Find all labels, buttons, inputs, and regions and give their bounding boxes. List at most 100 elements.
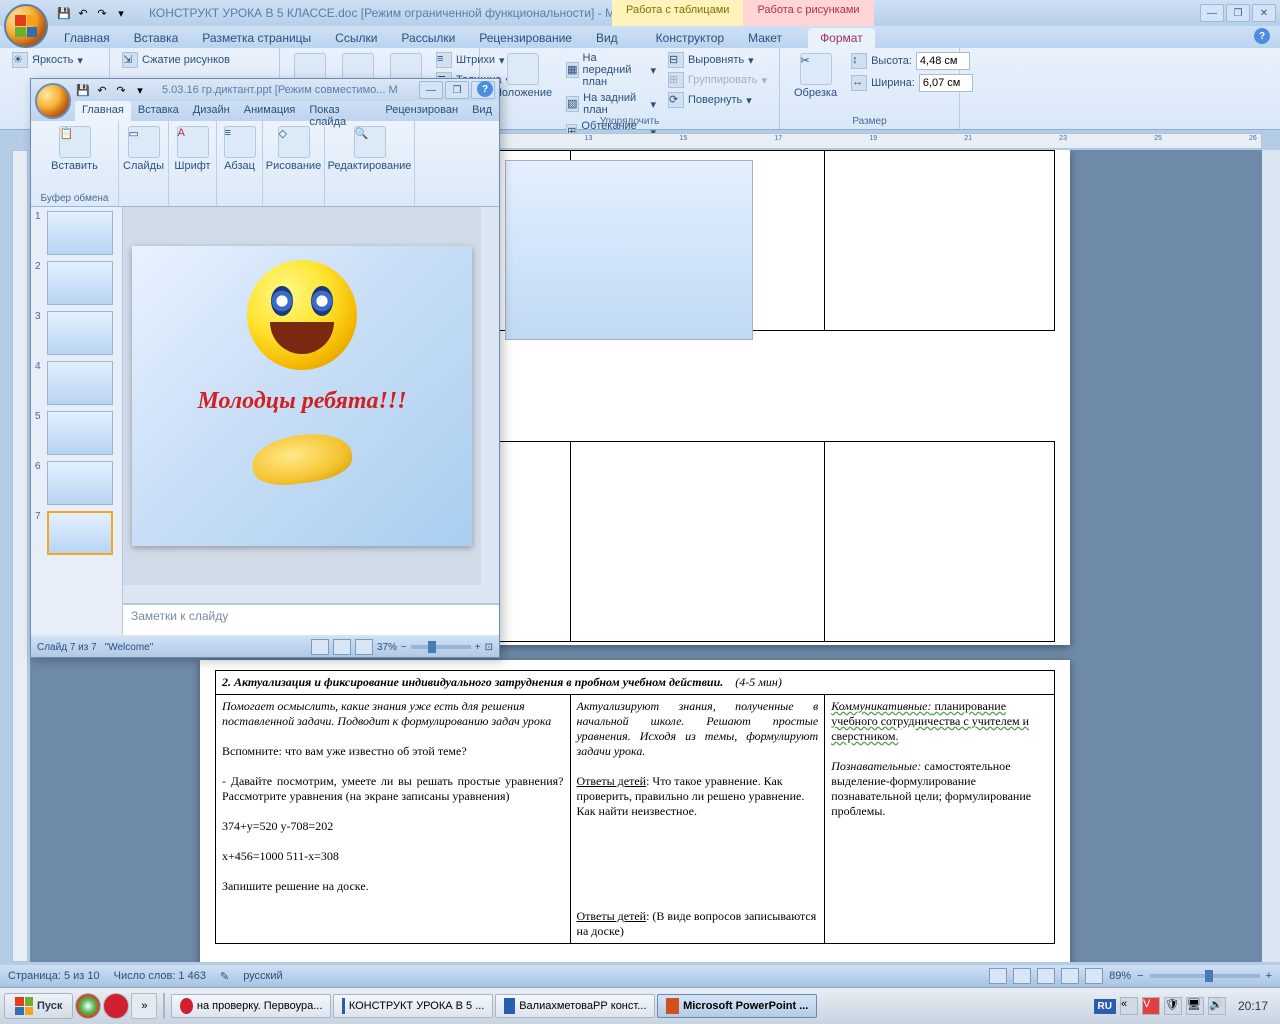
- start-button[interactable]: Пуск: [4, 993, 73, 1019]
- thumbnail-6[interactable]: 6: [35, 461, 118, 505]
- thumbnail-4[interactable]: 4: [35, 361, 118, 405]
- quicklaunch-opera[interactable]: [103, 993, 129, 1019]
- rotate-button[interactable]: ⟳Повернуть ▾: [664, 91, 771, 109]
- ppt-status-slide[interactable]: Слайд 7 из 7: [37, 642, 97, 653]
- ppt-tab-review[interactable]: Рецензирован: [378, 101, 465, 121]
- thumbnail-2[interactable]: 2: [35, 261, 118, 305]
- tray-icon-shield[interactable]: 🛡: [1164, 997, 1182, 1015]
- context-tab-tables[interactable]: Работа с таблицами: [612, 0, 743, 26]
- view-draft-button[interactable]: [1085, 968, 1103, 984]
- view-reading-button[interactable]: [1013, 968, 1031, 984]
- ppt-tab-design[interactable]: Дизайн: [186, 101, 237, 121]
- ppt-view-normal-button[interactable]: [311, 639, 329, 655]
- maximize-button[interactable]: ❐: [1226, 4, 1250, 22]
- status-words[interactable]: Число слов: 1 463: [114, 970, 206, 982]
- vertical-ruler[interactable]: [12, 150, 28, 962]
- ppt-qat-dropdown-icon[interactable]: ▾: [132, 82, 148, 98]
- ppt-view-slideshow-button[interactable]: [355, 639, 373, 655]
- office-button[interactable]: [4, 4, 48, 48]
- taskbar-item-4[interactable]: Microsoft PowerPoint ...: [657, 994, 817, 1018]
- redo-icon[interactable]: ↷: [94, 5, 110, 21]
- tray-icon-av[interactable]: V: [1142, 997, 1160, 1015]
- thumbnail-1[interactable]: 1: [35, 211, 118, 255]
- slide-thumbnails[interactable]: 1 2 3 4 5 6 7: [31, 207, 123, 635]
- ppt-fit-button[interactable]: ⊡: [485, 642, 493, 653]
- taskbar-item-3[interactable]: ВалиахметоваРР конст...: [495, 994, 655, 1018]
- qat-dropdown-icon[interactable]: ▾: [113, 5, 129, 21]
- ppt-edit-button[interactable]: 🔍Редактирование: [331, 124, 408, 174]
- compress-button[interactable]: ⇲Сжатие рисунков: [118, 51, 234, 69]
- notes-pane[interactable]: Заметки к слайду: [123, 603, 499, 635]
- ppt-view-sorter-button[interactable]: [333, 639, 351, 655]
- taskbar-item-1[interactable]: на проверку. Первоура...: [171, 994, 331, 1018]
- tray-icon[interactable]: «: [1120, 997, 1138, 1015]
- status-page[interactable]: Страница: 5 из 10: [8, 970, 100, 982]
- ppt-maximize-button[interactable]: ❐: [445, 81, 469, 99]
- ppt-redo-icon[interactable]: ↷: [113, 82, 129, 98]
- help-icon[interactable]: ?: [1254, 28, 1270, 44]
- ppt-tab-home[interactable]: Главная: [75, 101, 131, 121]
- crop-button[interactable]: ✂Обрезка: [788, 51, 843, 101]
- taskbar-item-2[interactable]: КОНСТРУКТ УРОКА В 5 ...: [333, 994, 493, 1018]
- ppt-tab-animation[interactable]: Анимация: [237, 101, 303, 121]
- back-button[interactable]: ▧На задний план ▾: [562, 91, 660, 117]
- zoom-slider[interactable]: [1150, 974, 1260, 978]
- zoom-out-button[interactable]: −: [1137, 970, 1143, 982]
- tab-home[interactable]: Главная: [52, 28, 122, 48]
- view-web-button[interactable]: [1037, 968, 1055, 984]
- tray-icon-monitor[interactable]: 🖥: [1186, 997, 1204, 1015]
- context-tab-pictures[interactable]: Работа с рисунками: [743, 0, 873, 26]
- ppt-zoom-slider[interactable]: [411, 645, 471, 649]
- width-input[interactable]: [919, 74, 973, 92]
- tray-icon-volume[interactable]: 🔊: [1208, 997, 1226, 1015]
- ppt-zoom-out-button[interactable]: −: [401, 642, 407, 653]
- tab-mailings[interactable]: Рассылки: [389, 28, 467, 48]
- front-button[interactable]: ▦На передний план ▾: [562, 51, 660, 89]
- tab-format[interactable]: Формат: [808, 28, 875, 48]
- ppt-save-icon[interactable]: 💾: [75, 82, 91, 98]
- minimize-button[interactable]: —: [1200, 4, 1224, 22]
- ppt-status-zoom[interactable]: 37%: [377, 642, 397, 653]
- ppt-tab-insert[interactable]: Вставка: [131, 101, 186, 121]
- ppt-help-icon[interactable]: ?: [477, 81, 493, 97]
- ppt-minimize-button[interactable]: —: [419, 81, 443, 99]
- ppt-status-theme[interactable]: "Welcome": [105, 642, 154, 653]
- ppt-tab-slideshow[interactable]: Показ слайда: [302, 101, 378, 121]
- ppt-tab-view[interactable]: Вид: [465, 101, 499, 121]
- thumbnail-7[interactable]: 7: [35, 511, 118, 555]
- ppt-office-button[interactable]: [35, 83, 71, 119]
- vertical-scrollbar[interactable]: [1262, 150, 1280, 962]
- ppt-draw-button[interactable]: ◇Рисование: [269, 124, 318, 174]
- clock[interactable]: 20:17: [1230, 999, 1276, 1013]
- thumbnail-3[interactable]: 3: [35, 311, 118, 355]
- quicklaunch-chrome[interactable]: [75, 993, 101, 1019]
- quicklaunch-more[interactable]: »: [131, 993, 157, 1019]
- ppt-font-button[interactable]: AШрифт: [175, 124, 210, 174]
- view-outline-button[interactable]: [1061, 968, 1079, 984]
- slide-canvas[interactable]: Молодцы ребята!!!: [123, 207, 481, 585]
- ppt-paste-button[interactable]: 📋Вставить: [37, 124, 112, 174]
- undo-icon[interactable]: ↶: [75, 5, 91, 21]
- align-button[interactable]: ⊟Выровнять ▾: [664, 51, 771, 69]
- view-print-layout-button[interactable]: [989, 968, 1007, 984]
- ppt-para-button[interactable]: ≡Абзац: [223, 124, 256, 174]
- ppt-undo-icon[interactable]: ↶: [94, 82, 110, 98]
- tab-constructor[interactable]: Конструктор: [644, 28, 736, 48]
- zoom-in-button[interactable]: +: [1266, 970, 1272, 982]
- tab-references[interactable]: Ссылки: [323, 28, 389, 48]
- ppt-vertical-scrollbar[interactable]: [481, 207, 499, 585]
- tab-maket[interactable]: Макет: [736, 28, 794, 48]
- ppt-zoom-in-button[interactable]: +: [475, 642, 481, 653]
- height-input[interactable]: [916, 52, 970, 70]
- save-icon[interactable]: 💾: [56, 5, 72, 21]
- thumbnail-5[interactable]: 5: [35, 411, 118, 455]
- tab-layout[interactable]: Разметка страницы: [190, 28, 323, 48]
- status-zoom[interactable]: 89%: [1109, 970, 1131, 982]
- brightness-button[interactable]: ☀Яркость ▾: [8, 51, 87, 69]
- ppt-horizontal-scrollbar[interactable]: [123, 585, 499, 603]
- status-lang[interactable]: русский: [243, 970, 282, 982]
- tab-view[interactable]: Вид: [584, 28, 630, 48]
- tab-review[interactable]: Рецензирование: [467, 28, 584, 48]
- language-indicator[interactable]: RU: [1094, 999, 1116, 1014]
- status-spell-icon[interactable]: ✎: [220, 970, 229, 983]
